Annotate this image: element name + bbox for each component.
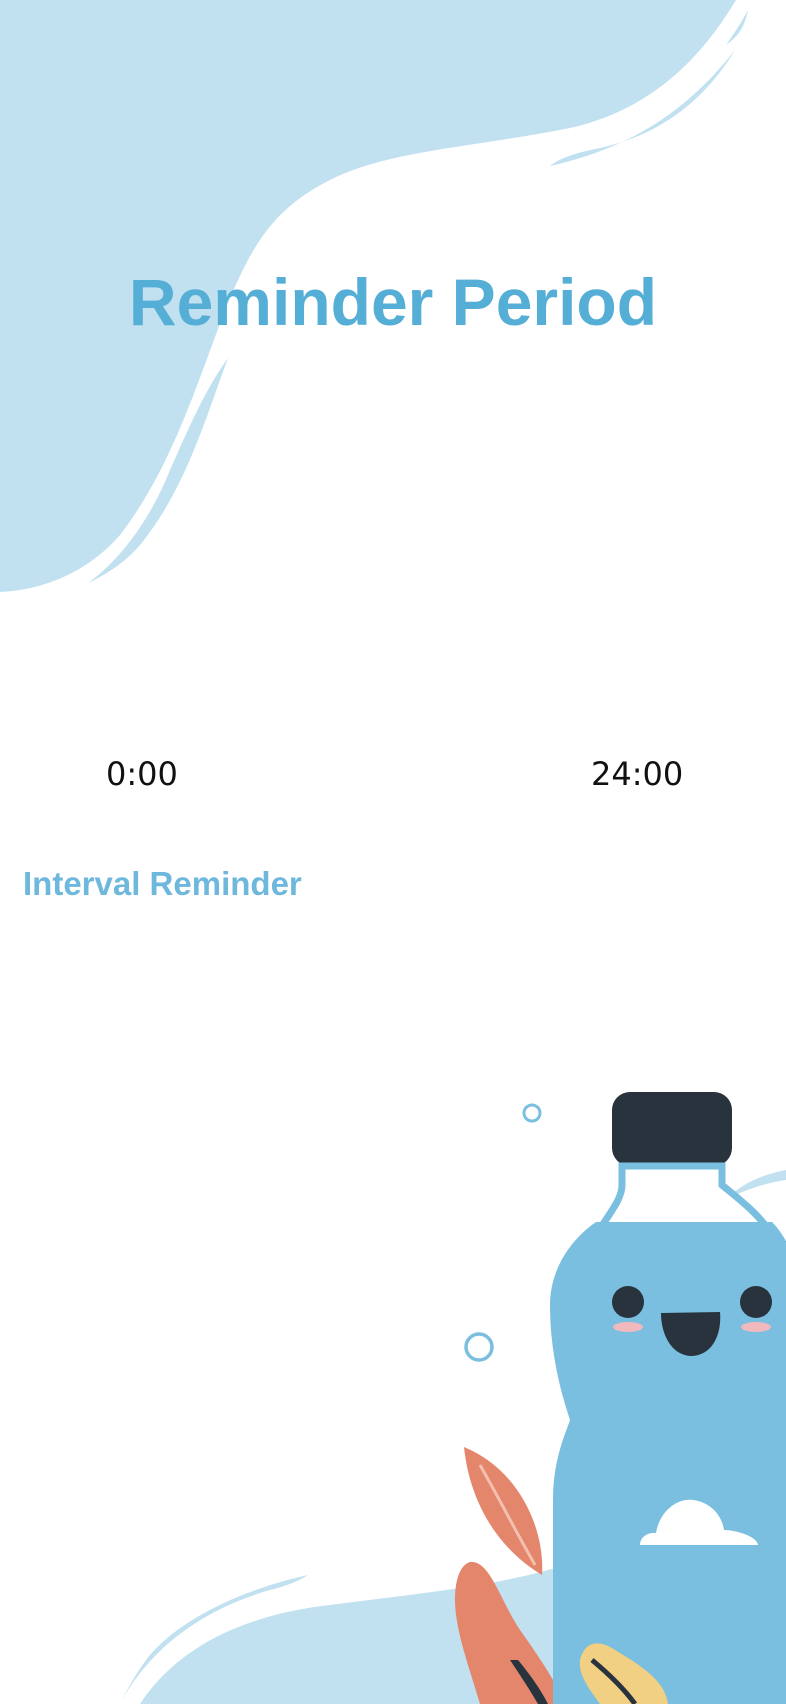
bubble-small [522, 1103, 542, 1123]
period-end-label: 24:00 [591, 755, 684, 793]
bottle-right-cheek [741, 1322, 771, 1332]
bottle-cap [612, 1092, 732, 1166]
bubble-medium [464, 1332, 494, 1362]
page-title: Reminder Period [128, 265, 658, 339]
background-illustration [0, 0, 786, 1704]
bottle-right-eye [740, 1286, 772, 1318]
period-start-label: 0:00 [106, 755, 178, 793]
top-right-wave-stroke-small [726, 10, 748, 45]
interval-reminder-heading: Interval Reminder [23, 865, 302, 902]
bottle-left-cheek [613, 1322, 643, 1332]
bottle-left-eye [612, 1286, 644, 1318]
